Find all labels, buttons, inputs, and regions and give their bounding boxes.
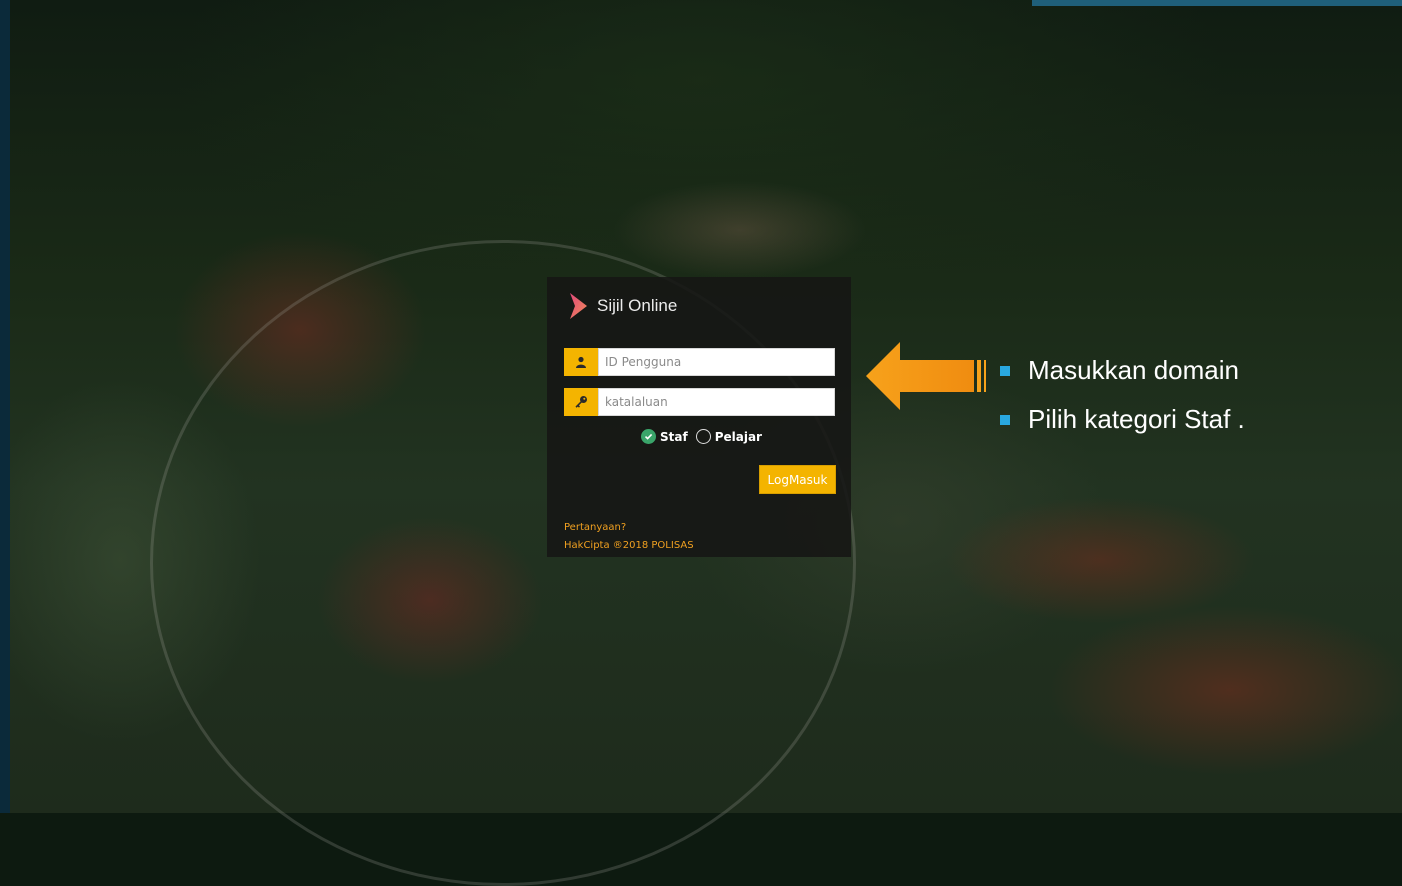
chevron-logo-icon	[570, 293, 587, 319]
help-link[interactable]: Pertanyaan?	[564, 522, 626, 533]
copyright-text: HakCipta ®2018 POLISAS	[564, 540, 694, 551]
note-item: Masukkan domain	[1000, 355, 1239, 386]
brand-name: Sijil Online	[597, 296, 678, 315]
username-field	[564, 348, 835, 376]
password-field	[564, 388, 835, 416]
password-input[interactable]	[598, 388, 835, 416]
bullet-icon	[1000, 365, 1010, 376]
radio-pelajar[interactable]	[695, 429, 711, 444]
key-icon	[564, 388, 598, 416]
note-text: Masukkan domain	[1028, 355, 1239, 385]
note-item: Pilih kategori Staf .	[1000, 404, 1245, 435]
radio-label-pelajar[interactable]: Pelajar	[715, 430, 762, 444]
login-card: Sijil Online Staf Pelajar LogMasuk Pe	[547, 277, 851, 557]
slide-top-border	[1032, 0, 1402, 6]
login-button[interactable]: LogMasuk	[759, 465, 836, 494]
left-arrow-icon	[866, 342, 986, 410]
note-text: Pilih kategori Staf .	[1028, 404, 1245, 434]
slide-left-border	[0, 0, 10, 813]
radio-label-staf[interactable]: Staf	[660, 430, 688, 444]
bullet-icon	[1000, 414, 1010, 425]
category-radio-group: Staf Pelajar	[641, 429, 762, 444]
brand: Sijil Online	[567, 291, 677, 321]
username-input[interactable]	[598, 348, 835, 376]
check-circle-icon[interactable]	[641, 429, 656, 444]
user-icon	[564, 348, 598, 376]
